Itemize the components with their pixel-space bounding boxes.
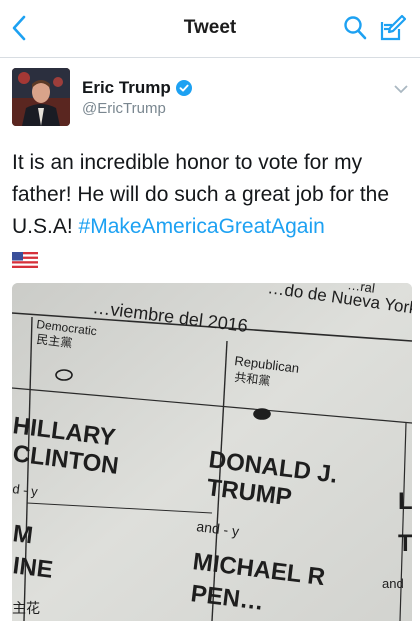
caret-down-icon[interactable] bbox=[393, 82, 409, 94]
author-name[interactable]: Eric Trump bbox=[82, 78, 171, 98]
navigation-bar: Tweet bbox=[0, 0, 420, 58]
verified-badge-icon bbox=[175, 80, 192, 96]
trump-bubble-filled bbox=[253, 408, 271, 420]
compose-icon[interactable] bbox=[378, 14, 407, 42]
ballot-photo[interactable]: …viembre del 2016 …do de Nueva York …ral… bbox=[12, 283, 412, 621]
clinton-and-label: d - y bbox=[12, 481, 39, 499]
candidate-kaine-last: INE bbox=[12, 552, 54, 584]
candidate-kaine-first: M bbox=[12, 520, 34, 549]
search-icon[interactable] bbox=[343, 15, 367, 41]
avatar[interactable] bbox=[12, 68, 70, 126]
chinese-fragment: 主花 bbox=[12, 600, 40, 616]
candidate-right-frag1: L bbox=[398, 488, 412, 515]
author-name-row: Eric Trump bbox=[82, 77, 192, 99]
us-flag-icon bbox=[12, 252, 38, 268]
candidate-right-frag2: T bbox=[398, 530, 412, 557]
right-and-label: and bbox=[382, 576, 404, 591]
hashtag-link[interactable]: #MakeAmericaGreatAgain bbox=[79, 215, 325, 238]
tweet-text: It is an incredible honor to vote for my… bbox=[12, 147, 412, 243]
author-handle[interactable]: @EricTrump bbox=[82, 100, 166, 117]
